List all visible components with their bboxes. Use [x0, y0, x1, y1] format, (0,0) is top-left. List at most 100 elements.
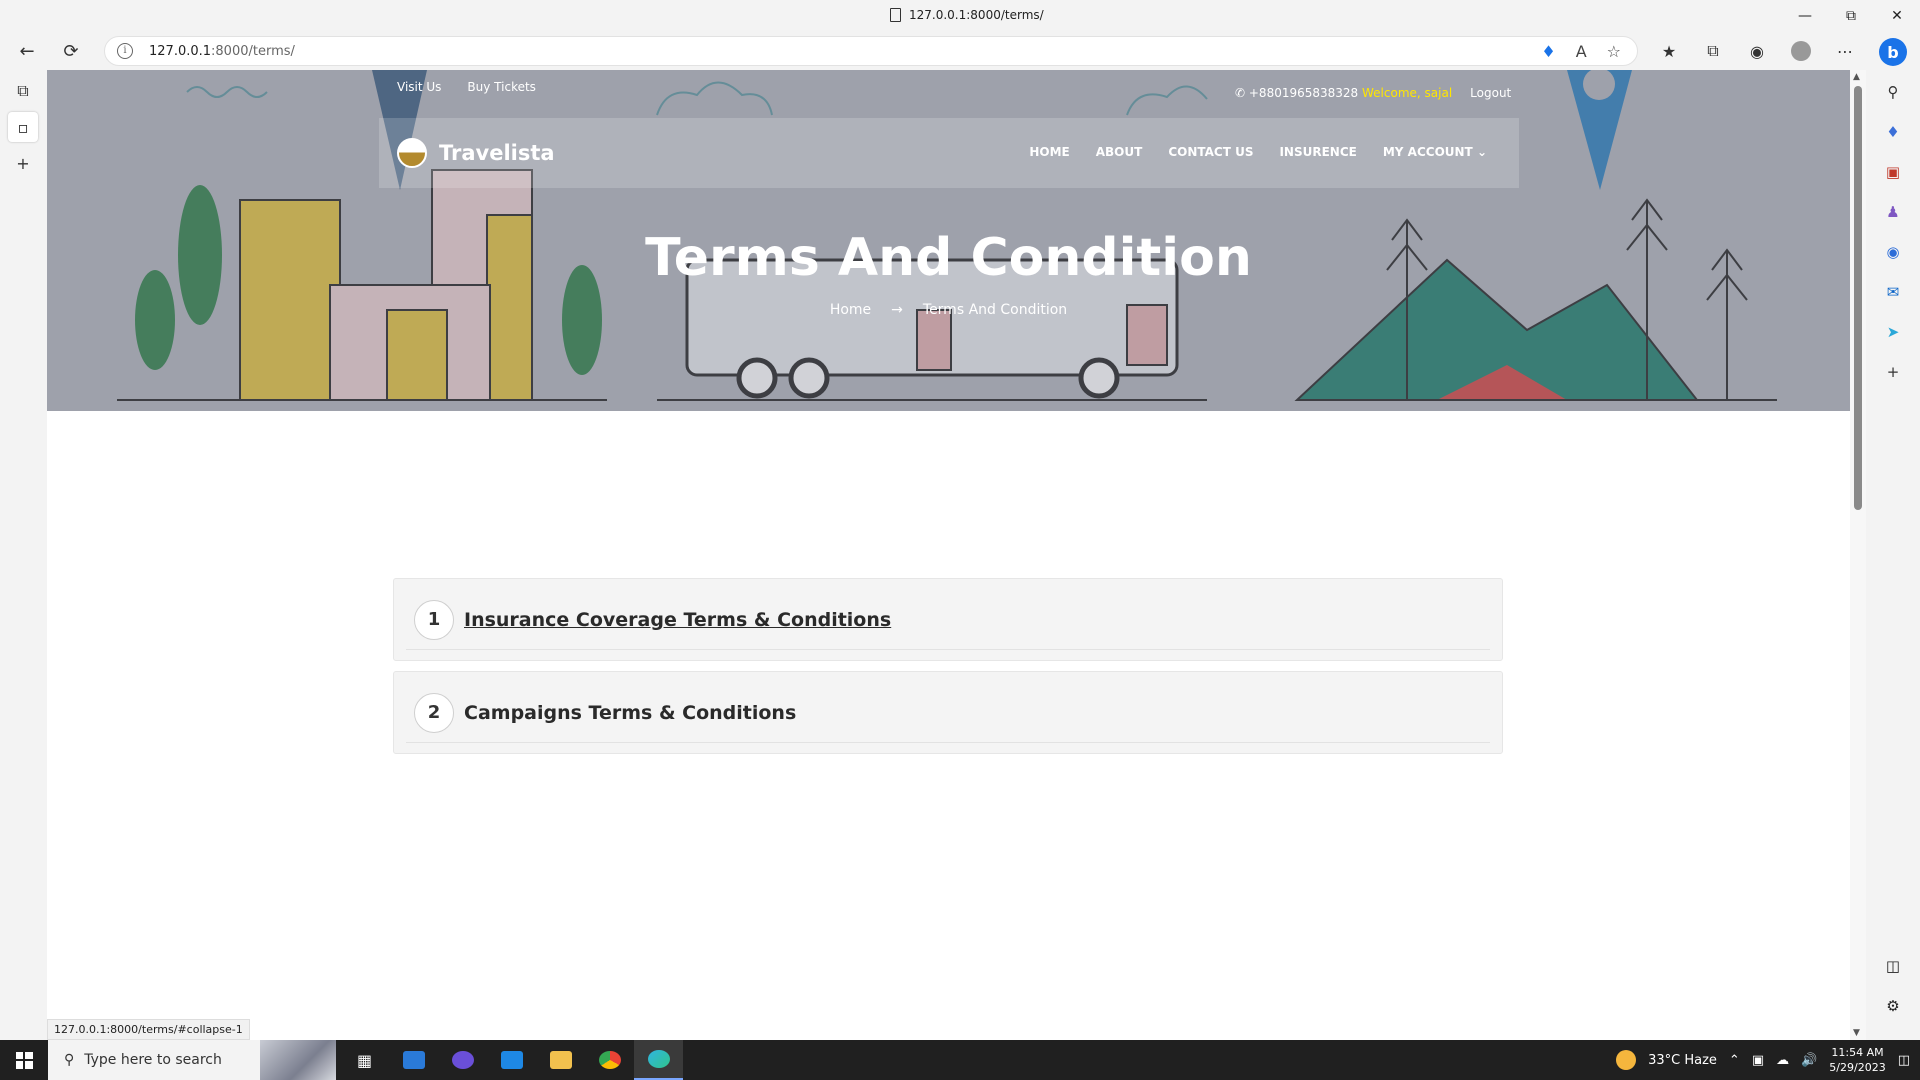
scroll-down-icon[interactable]: ▼ [1853, 1028, 1860, 1038]
breadcrumb-home[interactable]: Home [830, 302, 871, 318]
accordion-title[interactable]: Insurance Coverage Terms & Conditions [464, 609, 891, 631]
accordion-item-insurance[interactable]: 1 Insurance Coverage Terms & Conditions [393, 578, 1503, 661]
vscode-icon[interactable] [487, 1040, 536, 1080]
shopping-tag-icon[interactable]: ♦ [1541, 42, 1555, 61]
hide-sidebar-icon[interactable]: ◫ [1866, 946, 1920, 986]
more-options-icon[interactable]: ⋯ [1830, 36, 1860, 66]
top-links: Visit Us Buy Tickets [397, 80, 536, 94]
volume-icon[interactable]: 🔊 [1801, 1053, 1817, 1068]
add-favorite-icon[interactable]: ☆ [1607, 42, 1621, 61]
welcome-text: Welcome, sajal [1362, 86, 1453, 100]
tools-icon[interactable]: ▣ [1866, 152, 1920, 192]
divider [406, 649, 1490, 650]
notifications-icon[interactable]: ◫ [1898, 1053, 1910, 1068]
shopping-icon[interactable]: ♦ [1866, 112, 1920, 152]
refresh-icon[interactable]: ⟳ [56, 36, 86, 66]
arrow-right-icon: → [891, 302, 903, 318]
page-viewport: Visit Us Buy Tickets ✆ +8801965838328 We… [47, 70, 1850, 1040]
network-icon[interactable]: ▣ [1752, 1053, 1764, 1068]
close-icon[interactable]: ✕ [1874, 0, 1920, 32]
edge-icon[interactable] [634, 1040, 683, 1080]
current-tab-icon[interactable]: ▫ [8, 112, 38, 142]
address-bar-actions: ♦ A ☆ [1541, 42, 1621, 61]
scrollbar-thumb[interactable] [1854, 86, 1862, 510]
nav-about[interactable]: ABOUT [1096, 145, 1143, 159]
accordion-number: 2 [414, 693, 454, 733]
accordion-title[interactable]: Campaigns Terms & Conditions [464, 702, 796, 724]
window-controls: — ⧉ ✕ [1782, 0, 1920, 32]
read-aloud-icon[interactable]: A [1576, 42, 1587, 61]
system-tray: 33°C Haze ⌃ ▣ ☁ 🔊 11:54 AM 5/29/2023 ◫ [1616, 1040, 1920, 1080]
new-tab-icon[interactable]: + [8, 148, 38, 178]
main-navigation: Travelista HOME ABOUT CONTACT US INSUREN… [379, 118, 1519, 188]
page-title: Terms And Condition [645, 228, 1252, 288]
clock-date: 5/29/2023 [1829, 1061, 1886, 1074]
search-icon[interactable]: ⚲ [1866, 72, 1920, 112]
minimize-icon[interactable]: — [1782, 0, 1828, 32]
drop-icon[interactable]: ➤ [1866, 312, 1920, 352]
outlook-icon[interactable]: ✉ [1866, 272, 1920, 312]
logout-link[interactable]: Logout [1470, 86, 1511, 100]
chevron-down-icon: ⌄ [1476, 145, 1487, 159]
mail-app-icon[interactable] [389, 1040, 438, 1080]
bing-chat-icon[interactable]: b [1866, 32, 1920, 72]
window-title-text: 127.0.0.1:8000/terms/ [909, 8, 1044, 22]
chrome-icon[interactable] [585, 1040, 634, 1080]
tab-actions-icon[interactable]: ⧉ [8, 76, 38, 106]
settings-gear-icon[interactable]: ⚙ [1866, 986, 1920, 1026]
divider [406, 742, 1490, 743]
games-icon[interactable]: ♟ [1866, 192, 1920, 232]
breadcrumb: Home → Terms And Condition [47, 302, 1850, 318]
back-icon[interactable]: ← [12, 36, 42, 66]
edge-sidebar: b ⚲ ♦ ▣ ♟ ◉ ✉ ➤ + ◫ ⚙ [1866, 32, 1920, 1040]
search-icon: ⚲ [64, 1052, 75, 1068]
window-title: 127.0.0.1:8000/terms/ [890, 8, 1044, 22]
phone-icon: ✆ [1235, 86, 1249, 100]
breadcrumb-current: Terms And Condition [922, 302, 1068, 318]
buy-tickets-link[interactable]: Buy Tickets [467, 80, 536, 94]
top-account-bar: ✆ +8801965838328 Welcome, sajal Logout [1235, 86, 1511, 100]
visit-us-link[interactable]: Visit Us [397, 80, 441, 94]
address-bar[interactable]: i 127.0.0.1:8000/terms/ ♦ A ☆ [104, 36, 1638, 66]
phone-contact: ✆ +8801965838328 Welcome, sajal [1235, 86, 1452, 100]
file-explorer-icon[interactable] [536, 1040, 585, 1080]
browser-essentials-icon[interactable]: ◉ [1742, 36, 1772, 66]
vertical-tab-strip: ⧉ ▫ + [0, 70, 47, 1040]
favorites-icon[interactable]: ★ [1654, 36, 1684, 66]
weather-icon [1616, 1050, 1637, 1070]
site-info-icon[interactable]: i [117, 43, 133, 59]
brand-logo-icon [397, 138, 427, 168]
nav-home[interactable]: HOME [1029, 145, 1069, 159]
browser-toolbar: ← ⟳ i 127.0.0.1:8000/terms/ ♦ A ☆ ★ ⧉ ◉ … [0, 32, 1920, 70]
chevron-up-icon[interactable]: ⌃ [1729, 1053, 1740, 1068]
clock[interactable]: 11:54 AM 5/29/2023 [1829, 1045, 1885, 1075]
profile-avatar-icon[interactable] [1786, 36, 1816, 66]
restore-icon[interactable]: ⧉ [1828, 0, 1874, 32]
dev-app-icon[interactable] [438, 1040, 487, 1080]
clock-time: 11:54 AM [1831, 1046, 1884, 1059]
accordion-number: 1 [414, 600, 454, 640]
toolbar-icons: ★ ⧉ ◉ ⋯ [1654, 36, 1860, 66]
office-icon[interactable]: ◉ [1866, 232, 1920, 272]
nav-my-account[interactable]: MY ACCOUNT ⌄ [1383, 145, 1487, 159]
page-icon [890, 8, 901, 22]
onedrive-icon[interactable]: ☁ [1776, 1053, 1789, 1068]
nav-menu: HOME ABOUT CONTACT US INSURENCE MY ACCOU… [1029, 145, 1487, 159]
taskbar: ⚲ Type here to search ▦ 33°C Haze ⌃ ▣ ☁ … [0, 1040, 1920, 1080]
windows-logo-icon [15, 1051, 33, 1069]
site-brand[interactable]: Travelista [397, 138, 555, 168]
weather-text[interactable]: 33°C Haze [1648, 1053, 1717, 1068]
scroll-up-icon[interactable]: ▲ [1853, 72, 1860, 82]
nav-insurence[interactable]: INSURENCE [1279, 145, 1356, 159]
address-url: 127.0.0.1:8000/terms/ [149, 44, 295, 59]
phone-number: +8801965838328 [1248, 86, 1359, 100]
nav-contact-us[interactable]: CONTACT US [1168, 145, 1253, 159]
page-scrollbar[interactable]: ▲ ▼ [1850, 70, 1866, 1040]
collections-icon[interactable]: ⧉ [1698, 36, 1728, 66]
start-button[interactable] [0, 1040, 48, 1080]
add-sidebar-app-icon[interactable]: + [1866, 352, 1920, 392]
taskbar-search[interactable]: ⚲ Type here to search [48, 1040, 336, 1080]
link-status-bar: 127.0.0.1:8000/terms/#collapse-1 [47, 1019, 250, 1040]
accordion-item-campaigns[interactable]: 2 Campaigns Terms & Conditions [393, 671, 1503, 754]
task-view-icon[interactable]: ▦ [340, 1040, 389, 1080]
